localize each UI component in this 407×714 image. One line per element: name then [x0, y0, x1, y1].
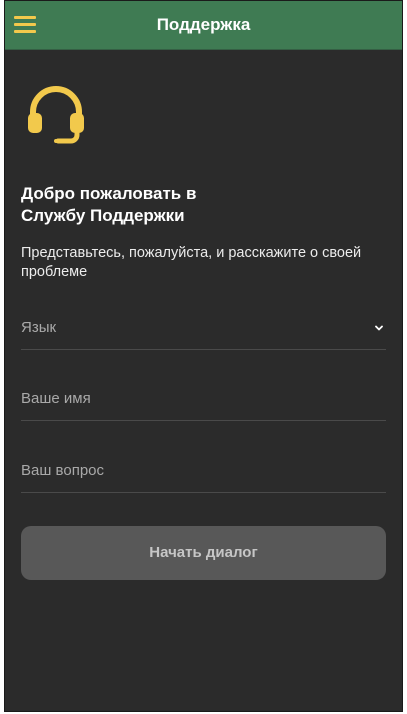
language-select[interactable]: Язык: [21, 309, 386, 350]
start-dialog-button[interactable]: Начать диалог: [21, 526, 386, 580]
welcome-heading: Добро пожаловать в Службу Поддержки: [21, 183, 381, 227]
question-field[interactable]: Ваш вопрос: [21, 452, 386, 493]
welcome-line-2: Службу Поддержки: [21, 206, 185, 225]
name-placeholder: Ваше имя: [21, 390, 91, 407]
question-placeholder: Ваш вопрос: [21, 462, 104, 479]
headset-support-icon: [25, 83, 87, 145]
page-title: Поддержка: [156, 15, 251, 34]
chevron-down-icon: [375, 324, 383, 332]
intro-text: Представьтесь, пожалуйста, и расскажите …: [21, 245, 362, 280]
language-label: Язык: [21, 319, 57, 336]
welcome-line-1: Добро пожаловать в: [21, 184, 197, 203]
name-field[interactable]: Ваше имя: [21, 380, 386, 421]
support-screen: Поддержка Добро пожаловать в Службу Подд…: [4, 0, 403, 712]
app-bar: Поддержка: [5, 1, 402, 50]
